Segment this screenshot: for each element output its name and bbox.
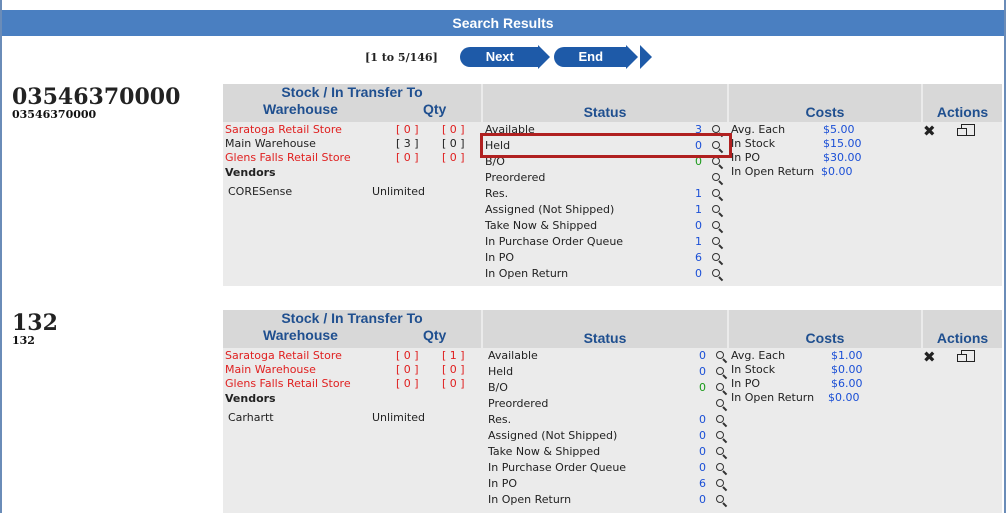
stock-title: Stock / In Transfer To xyxy=(281,310,423,326)
status-label: In Purchase Order Queue xyxy=(488,461,627,474)
warehouse-qty: [ 0 ] xyxy=(396,151,419,164)
status-label: In Open Return xyxy=(485,267,569,280)
vendor-name: CORESense xyxy=(228,185,293,198)
status-value[interactable]: 0 xyxy=(699,412,706,428)
status-label: Available xyxy=(488,349,538,362)
status-label: B/O xyxy=(488,381,508,394)
magnifier-icon[interactable] xyxy=(715,415,726,426)
result-range: [1 to 5/146] xyxy=(365,50,438,64)
status-value[interactable]: 1 xyxy=(695,234,702,250)
vendors-label: Vendors xyxy=(225,392,276,405)
status-value[interactable]: 0 xyxy=(699,348,706,364)
vendor-qty: Unlimited xyxy=(372,411,425,424)
status-value[interactable]: 0 xyxy=(699,460,706,476)
status-label: Res. xyxy=(488,413,512,426)
status-label: Take Now & Shipped xyxy=(488,445,601,458)
actions-header: Actions xyxy=(923,84,1002,122)
magnifier-icon[interactable] xyxy=(711,189,722,200)
qty-header: Qty xyxy=(423,101,447,117)
magnifier-icon[interactable] xyxy=(711,173,722,184)
warehouse-header: Warehouse xyxy=(263,101,338,117)
magnifier-icon[interactable] xyxy=(711,221,722,232)
status-value[interactable]: 1 xyxy=(695,202,702,218)
status-value[interactable]: 6 xyxy=(695,250,702,266)
item-subcode: 132 xyxy=(12,334,35,347)
magnifier-icon[interactable] xyxy=(711,205,722,216)
status-label: Preordered xyxy=(488,397,549,410)
magnifier-icon[interactable] xyxy=(711,237,722,248)
magnifier-icon[interactable] xyxy=(711,253,722,264)
qty-header: Qty xyxy=(423,327,447,343)
status-label: Assigned (Not Shipped) xyxy=(485,203,615,216)
item-code[interactable]: 03546370000 xyxy=(12,84,180,110)
vendors-label: Vendors xyxy=(225,166,276,179)
stock-header: Stock / In Transfer To Warehouse Qty xyxy=(223,84,481,122)
status-label: Assigned (Not Shipped) xyxy=(488,429,618,442)
actions-header: Actions xyxy=(923,310,1002,348)
magnifier-icon[interactable] xyxy=(715,367,726,378)
status-value[interactable]: 1 xyxy=(695,186,702,202)
magnifier-icon[interactable] xyxy=(715,463,726,474)
status-header: Status xyxy=(483,84,727,122)
status-value[interactable]: 0 xyxy=(699,364,706,380)
warehouse-name: Glens Falls Retail Store xyxy=(225,377,351,390)
magnifier-icon[interactable] xyxy=(715,431,726,442)
cost-value: $0.00 xyxy=(828,391,860,404)
status-value[interactable]: 0 xyxy=(695,218,702,234)
status-value[interactable]: 6 xyxy=(699,476,706,492)
open-window-icon[interactable] xyxy=(957,350,975,362)
status-label: Res. xyxy=(485,187,509,200)
result-item: 132 132 Stock / In Transfer To Warehouse… xyxy=(10,310,1002,513)
magnifier-icon[interactable] xyxy=(711,269,722,280)
vendor-name: Carhartt xyxy=(228,411,274,424)
item-subcode: 03546370000 xyxy=(12,108,97,121)
magnifier-icon[interactable] xyxy=(715,399,726,410)
status-value[interactable]: 0 xyxy=(695,266,702,282)
status-value[interactable]: 0 xyxy=(699,380,706,396)
status-value[interactable]: 0 xyxy=(699,444,706,460)
magnifier-icon[interactable] xyxy=(715,479,726,490)
tools-icon[interactable]: ✖ xyxy=(923,122,936,140)
item-code[interactable]: 132 xyxy=(12,310,58,336)
next-button[interactable]: Next xyxy=(459,45,550,69)
tools-icon[interactable]: ✖ xyxy=(923,348,936,366)
status-label: In Open Return xyxy=(488,493,572,506)
stock-header: Stock / In Transfer To Warehouse Qty xyxy=(223,310,481,348)
cost-value: $0.00 xyxy=(821,165,853,178)
stock-title: Stock / In Transfer To xyxy=(281,84,423,100)
status-label: In PO xyxy=(485,251,515,264)
warehouse-transfer: [ 0 ] xyxy=(442,377,465,390)
status-header: Status xyxy=(483,310,727,348)
warehouse-name: Glens Falls Retail Store xyxy=(225,151,351,164)
cost-label: In Open Return xyxy=(731,165,815,178)
costs-header: Costs xyxy=(729,310,921,348)
costs-header: Costs xyxy=(729,84,921,122)
status-value[interactable]: 0 xyxy=(699,492,706,508)
magnifier-icon[interactable] xyxy=(715,383,726,394)
cost-label: In Open Return xyxy=(731,391,815,404)
held-highlight-box xyxy=(480,133,732,158)
status-label: Preordered xyxy=(485,171,546,184)
open-window-icon[interactable] xyxy=(957,124,975,136)
vendor-qty: Unlimited xyxy=(372,185,425,198)
pager: [1 to 5/146] Next End xyxy=(365,44,652,70)
warehouse-header: Warehouse xyxy=(263,327,338,343)
status-label: In PO xyxy=(488,477,518,490)
warehouse-qty: [ 0 ] xyxy=(396,377,419,390)
search-results-title: Search Results xyxy=(2,10,1004,36)
result-item: 03546370000 03546370000 Stock / In Trans… xyxy=(10,84,1002,286)
status-label: Take Now & Shipped xyxy=(485,219,598,232)
magnifier-icon[interactable] xyxy=(711,157,722,168)
status-value[interactable]: 0 xyxy=(699,428,706,444)
status-label: In Purchase Order Queue xyxy=(485,235,624,248)
magnifier-icon[interactable] xyxy=(715,351,726,362)
end-button[interactable]: End xyxy=(553,45,652,69)
magnifier-icon[interactable] xyxy=(715,447,726,458)
warehouse-transfer: [ 0 ] xyxy=(442,151,465,164)
magnifier-icon[interactable] xyxy=(715,495,726,506)
status-label: Held xyxy=(488,365,514,378)
